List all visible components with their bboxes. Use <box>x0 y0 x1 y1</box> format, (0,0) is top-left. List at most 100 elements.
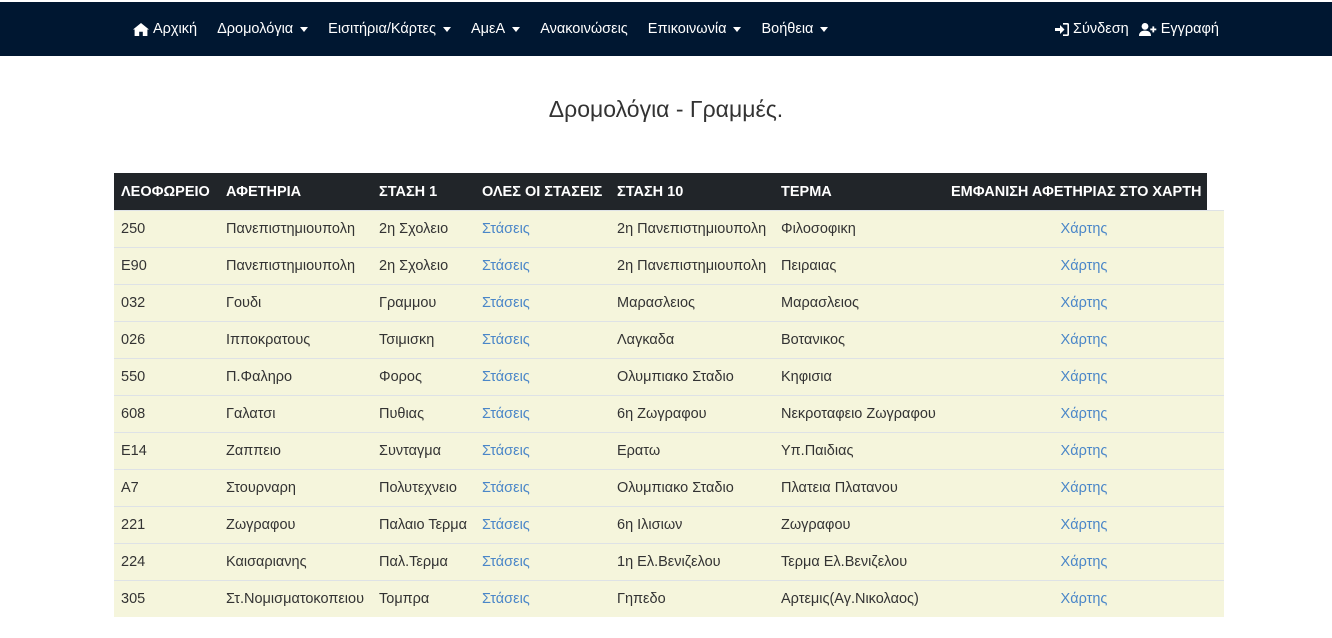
stops-link[interactable]: Στάσεις <box>482 480 530 496</box>
end-cell: Μαρασλειος <box>774 284 944 322</box>
stop1-cell: Πολυτεχνειο <box>372 469 475 507</box>
nav-item-label: Επικοινωνία <box>647 21 727 37</box>
start-cell: Γουδι <box>219 284 372 322</box>
map-cell: Χάρτης <box>944 580 1224 617</box>
column-header-all-stops: ΟΛΕΣ ΟΙ ΣΤΑΣΕΙΣ <box>475 173 610 211</box>
routes-table-wrapper: ΛΕΟΦΩΡΕΙΟ ΑΦΕΤΗΡΙΑ ΣΤΑΣΗ 1 ΟΛΕΣ ΟΙ ΣΤΑΣΕ… <box>114 173 1224 617</box>
stop1-cell: Τσιμισκη <box>372 321 475 359</box>
nav-item-help[interactable]: Βοήθεια <box>761 21 829 37</box>
caret-down-icon <box>733 26 742 32</box>
nav-item-tickets[interactable]: Εισιτήρια/Κάρτες <box>328 21 452 37</box>
nav-item-contact[interactable]: Επικοινωνία <box>648 21 742 37</box>
stops-link[interactable]: Στάσεις <box>482 554 530 570</box>
bus-number-cell: 250 <box>114 210 219 248</box>
map-cell: Χάρτης <box>944 284 1224 322</box>
caret-down-icon <box>512 26 521 32</box>
bus-number-cell: 608 <box>114 395 219 433</box>
table-row: 608 Γαλατσι Πυθιας Στάσεις 6η Ζωγραφου Νεκροτ… <box>114 395 1224 433</box>
stop1-cell: Παλ.Τερμα <box>372 543 475 581</box>
table-row: 026 Ιπποκρατους Τσιμισκη Στάσεις Λαγκαδα Βοτα… <box>114 321 1224 359</box>
stops-cell: Στάσεις <box>475 432 610 470</box>
routes-table: ΛΕΟΦΩΡΕΙΟ ΑΦΕΤΗΡΙΑ ΣΤΑΣΗ 1 ΟΛΕΣ ΟΙ ΣΤΑΣΕ… <box>114 173 1224 617</box>
map-link[interactable]: Χάρτης <box>1061 332 1108 348</box>
bus-number-cell: Ε14 <box>114 432 219 470</box>
login-link[interactable]: Σύνδεση <box>1055 21 1129 37</box>
table-body: 250 Πανεπιστημιουπολη 2η Σχολειο Στάσεις 2η … <box>114 210 1224 617</box>
map-link[interactable]: Χάρτης <box>1061 480 1108 496</box>
caret-down-icon <box>443 26 452 32</box>
bus-number-cell: 221 <box>114 506 219 544</box>
start-cell: Στουρναρη <box>219 469 372 507</box>
end-cell: Πειραιας <box>774 247 944 285</box>
nav-item-accessibility[interactable]: ΑμεΑ <box>471 21 521 37</box>
stops-link[interactable]: Στάσεις <box>482 221 530 237</box>
start-cell: Ζωγραφου <box>219 506 372 544</box>
sign-in-icon <box>1055 22 1070 36</box>
login-label: Σύνδεση <box>1073 21 1129 37</box>
column-header-stop1: ΣΤΑΣΗ 1 <box>372 173 475 211</box>
table-row: 221 Ζωγραφου Παλαιο Τερμα Στάσεις 6η Ιλισιων… <box>114 506 1224 544</box>
nav-right: Σύνδεση Εγγραφή <box>1045 2 1219 56</box>
start-cell: Πανεπιστημιουπολη <box>219 210 372 248</box>
start-cell: Στ.Νομισματοκοπειου <box>219 580 372 617</box>
table-row: Ε90 Πανεπιστημιουπολη 2η Σχολειο Στάσεις 2η … <box>114 247 1224 285</box>
column-header-bus: ΛΕΟΦΩΡΕΙΟ <box>114 173 219 211</box>
stops-link[interactable]: Στάσεις <box>482 295 530 311</box>
stop1-cell: Γραμμου <box>372 284 475 322</box>
stops-cell: Στάσεις <box>475 247 610 285</box>
map-link[interactable]: Χάρτης <box>1061 295 1108 311</box>
table-row: 305 Στ.Νομισματοκοπειου Τομπρα Στάσεις Γηπεδ… <box>114 580 1224 617</box>
map-link[interactable]: Χάρτης <box>1061 406 1108 422</box>
stops-link[interactable]: Στάσεις <box>482 517 530 533</box>
nav-item-home[interactable]: Αρχική <box>133 21 197 37</box>
end-cell: Αρτεμις(Αγ.Νικολαος) <box>774 580 944 617</box>
map-link[interactable]: Χάρτης <box>1061 258 1108 274</box>
start-cell: Π.Φαληρο <box>219 358 372 396</box>
stop10-cell: Ερατω <box>610 432 774 470</box>
table-row: 550 Π.Φαληρο Φορος Στάσεις Ολυμπιακο Σταδιο Κ… <box>114 358 1224 396</box>
map-link[interactable]: Χάρτης <box>1061 554 1108 570</box>
home-icon <box>133 22 149 36</box>
table-row: Ε14 Ζαππειο Συνταγμα Στάσεις Ερατω Υπ.Παιδιας… <box>114 432 1224 470</box>
bus-number-cell: 026 <box>114 321 219 359</box>
map-link[interactable]: Χάρτης <box>1061 443 1108 459</box>
nav-item-label: ΑμεΑ <box>471 21 506 37</box>
stops-cell: Στάσεις <box>475 395 610 433</box>
stops-cell: Στάσεις <box>475 506 610 544</box>
map-cell: Χάρτης <box>944 395 1224 433</box>
map-link[interactable]: Χάρτης <box>1061 369 1108 385</box>
stops-link[interactable]: Στάσεις <box>482 443 530 459</box>
map-cell: Χάρτης <box>944 543 1224 581</box>
stops-link[interactable]: Στάσεις <box>482 369 530 385</box>
stops-link[interactable]: Στάσεις <box>482 591 530 607</box>
map-link[interactable]: Χάρτης <box>1061 221 1108 237</box>
stops-link[interactable]: Στάσεις <box>482 258 530 274</box>
stop10-cell: 6η Ιλισιων <box>610 506 774 544</box>
end-cell: Βοτανικος <box>774 321 944 359</box>
caret-down-icon <box>820 26 829 32</box>
register-link[interactable]: Εγγραφή <box>1138 21 1219 37</box>
nav-item-announcements[interactable]: Ανακοινώσεις <box>540 21 628 37</box>
map-link[interactable]: Χάρτης <box>1061 591 1108 607</box>
nav-item-label: Βοήθεια <box>761 21 814 37</box>
end-cell: Φιλοσοφικη <box>774 210 944 248</box>
stop1-cell: Παλαιο Τερμα <box>372 506 475 544</box>
bus-number-cell: Α7 <box>114 469 219 507</box>
stops-link[interactable]: Στάσεις <box>482 406 530 422</box>
column-header-start: ΑΦΕΤΗΡΙΑ <box>219 173 372 211</box>
stop10-cell: 1η Ελ.Βενιζελου <box>610 543 774 581</box>
bus-number-cell: 032 <box>114 284 219 322</box>
navbar: Αρχική Δρομολόγια Εισιτήρια/Κάρτες ΑμεΑ … <box>0 2 1332 56</box>
nav-item-routes[interactable]: Δρομολόγια <box>217 21 309 37</box>
stop10-cell: Ολυμπιακο Σταδιο <box>610 358 774 396</box>
stop10-cell: 2η Πανεπιστημιουπολη <box>610 210 774 248</box>
stops-cell: Στάσεις <box>475 580 610 617</box>
stop1-cell: Συνταγμα <box>372 432 475 470</box>
bus-number-cell: 305 <box>114 580 219 617</box>
end-cell: Τερμα Ελ.Βενιζελου <box>774 543 944 581</box>
map-link[interactable]: Χάρτης <box>1061 517 1108 533</box>
stop10-cell: Ολυμπιακο Σταδιο <box>610 469 774 507</box>
stop1-cell: Τομπρα <box>372 580 475 617</box>
table-row: 032 Γουδι Γραμμου Στάσεις Μαρασλειος Μαρασλει… <box>114 284 1224 322</box>
stops-link[interactable]: Στάσεις <box>482 332 530 348</box>
